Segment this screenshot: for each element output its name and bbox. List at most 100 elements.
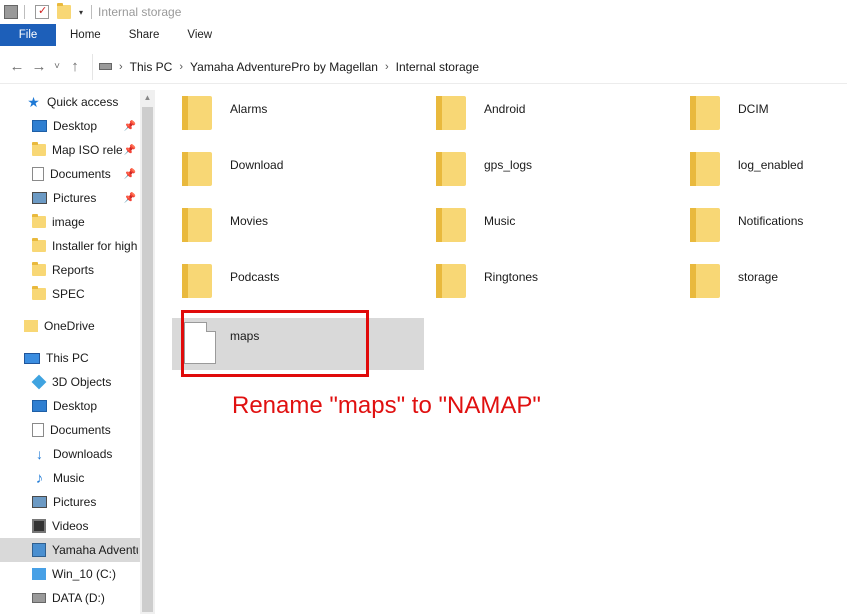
- pin-icon[interactable]: 📌: [124, 193, 136, 204]
- scroll-up-arrow-icon[interactable]: ▲: [140, 90, 155, 105]
- nav-item-3d-objects[interactable]: 3D Objects: [0, 370, 140, 394]
- nav-item-installer[interactable]: Installer for high: [0, 234, 140, 258]
- folder-icon: [32, 262, 46, 276]
- windows-drive-icon: [32, 568, 46, 580]
- folder-item[interactable]: storage: [680, 252, 847, 308]
- scrollbar-thumb[interactable]: [142, 107, 153, 612]
- folder-icon: [182, 152, 212, 186]
- folder-item[interactable]: Android: [426, 84, 676, 140]
- folder-item[interactable]: Music: [426, 196, 676, 252]
- folder-icon: [436, 152, 466, 186]
- nav-item-pictures-pc[interactable]: Pictures: [0, 490, 140, 514]
- folder-icon: [182, 264, 212, 298]
- folder-item[interactable]: gps_logs: [426, 140, 676, 196]
- pictures-icon: [32, 496, 47, 508]
- tab-view[interactable]: View: [173, 24, 226, 46]
- nav-item-reports[interactable]: Reports: [0, 258, 140, 282]
- folder-item[interactable]: DCIM: [680, 84, 847, 140]
- window-title: Internal storage: [98, 5, 182, 19]
- videos-icon: [32, 519, 46, 533]
- folder-icon: [436, 208, 466, 242]
- device-icon: [99, 63, 112, 70]
- folder-item[interactable]: Movies: [172, 196, 422, 252]
- folder-icon: [32, 214, 46, 228]
- breadcrumb-internal-storage[interactable]: Internal storage: [396, 60, 479, 74]
- device-icon: [32, 543, 46, 557]
- folder-item[interactable]: Alarms: [172, 84, 422, 140]
- folder-icon: [436, 96, 466, 130]
- highlight-box: [181, 310, 369, 377]
- title-bar: ✓ ▾ Internal storage: [0, 0, 847, 24]
- up-arrow-icon[interactable]: ↑: [64, 58, 86, 75]
- folder-icon: [32, 142, 46, 156]
- folder-icon: [32, 286, 46, 300]
- navigation-bar: ← → ˅ ↑ › This PC › Yamaha AdventurePro …: [0, 50, 847, 84]
- properties-icon[interactable]: ✓: [35, 5, 49, 19]
- folder-icon: [690, 152, 720, 186]
- pin-icon[interactable]: 📌: [124, 169, 136, 180]
- nav-item-win10-drive[interactable]: Win_10 (C:): [0, 562, 140, 586]
- pin-icon[interactable]: 📌: [124, 145, 136, 156]
- nav-scrollbar[interactable]: ▲: [140, 90, 155, 614]
- back-arrow-icon[interactable]: ←: [6, 58, 28, 75]
- nav-item-music[interactable]: ♪ Music: [0, 466, 140, 490]
- nav-onedrive[interactable]: OneDrive: [0, 314, 140, 338]
- folder-icon: [32, 238, 46, 252]
- forward-arrow-icon[interactable]: →: [28, 58, 50, 75]
- download-arrow-icon: ↓: [36, 446, 43, 462]
- star-icon: ★: [27, 93, 40, 110]
- nav-item-documents-pc[interactable]: Documents: [0, 418, 140, 442]
- tab-share[interactable]: Share: [115, 24, 174, 46]
- folder-icon: [182, 208, 212, 242]
- ribbon-tabs: File Home Share View: [0, 24, 847, 46]
- nav-item-data-drive[interactable]: DATA (D:): [0, 586, 140, 610]
- folder-item[interactable]: Download: [172, 140, 422, 196]
- breadcrumb-chevron-icon[interactable]: ›: [179, 61, 183, 73]
- breadcrumb-device[interactable]: Yamaha AdventurePro by Magellan: [190, 60, 378, 74]
- quick-access-toolbar: ✓ ▾: [0, 3, 83, 19]
- drive-icon: [4, 5, 18, 19]
- nav-item-downloads[interactable]: ↓ Downloads: [0, 442, 140, 466]
- tab-home[interactable]: Home: [56, 24, 115, 46]
- folder-icon: [690, 96, 720, 130]
- folder-icon: [436, 264, 466, 298]
- breadcrumb-chevron-icon[interactable]: ›: [385, 61, 389, 73]
- folder-item[interactable]: Notifications: [680, 196, 847, 252]
- recent-locations-chevron-icon[interactable]: ˅: [50, 61, 64, 72]
- folder-icon: [690, 264, 720, 298]
- folder-icon: [182, 96, 212, 130]
- nav-item-spec[interactable]: SPEC: [0, 282, 140, 306]
- 3d-objects-icon: [31, 374, 47, 390]
- breadcrumb-chevron-icon[interactable]: ›: [119, 61, 123, 73]
- divider: [91, 5, 93, 19]
- desktop-icon: [32, 120, 47, 132]
- desktop-icon: [32, 400, 47, 412]
- computer-icon: [24, 352, 40, 364]
- nav-item-pictures[interactable]: Pictures 📌: [0, 186, 140, 210]
- tab-file[interactable]: File: [0, 24, 56, 46]
- nav-item-desktop-pc[interactable]: Desktop: [0, 394, 140, 418]
- nav-item-videos[interactable]: Videos: [0, 514, 140, 538]
- address-bar[interactable]: › This PC › Yamaha AdventurePro by Magel…: [92, 53, 847, 80]
- nav-item-yamaha-device[interactable]: Yamaha AdventurePro: [0, 538, 140, 562]
- documents-icon: [32, 167, 44, 181]
- onedrive-folder-icon: [24, 320, 38, 332]
- nav-quick-access[interactable]: ★ Quick access: [0, 90, 140, 114]
- folder-item[interactable]: Podcasts: [172, 252, 422, 308]
- nav-item-documents[interactable]: Documents 📌: [0, 162, 140, 186]
- documents-icon: [32, 423, 44, 437]
- instruction-annotation: Rename "maps" to "NAMAP": [232, 392, 541, 419]
- nav-item-map-iso-release[interactable]: Map ISO release 📌: [0, 138, 140, 162]
- nav-item-desktop[interactable]: Desktop 📌: [0, 114, 140, 138]
- nav-item-image[interactable]: image: [0, 210, 140, 234]
- music-note-icon: ♪: [35, 469, 44, 487]
- breadcrumb-this-pc[interactable]: This PC: [130, 60, 173, 74]
- folder-item[interactable]: Ringtones: [426, 252, 676, 308]
- nav-this-pc[interactable]: This PC: [0, 346, 140, 370]
- customize-dropdown-icon[interactable]: ▾: [79, 8, 83, 17]
- new-folder-icon[interactable]: [57, 3, 71, 19]
- pin-icon[interactable]: 📌: [124, 121, 136, 132]
- folder-item[interactable]: log_enabled: [680, 140, 847, 196]
- folder-icon: [690, 208, 720, 242]
- pictures-icon: [32, 192, 47, 204]
